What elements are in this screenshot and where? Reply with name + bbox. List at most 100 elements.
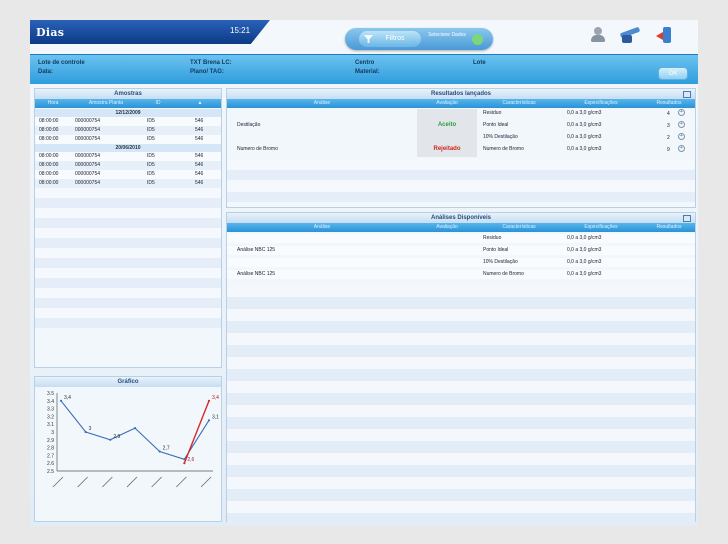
amostra-row[interactable]: 08:00:00 000000754 ID5 546 bbox=[35, 179, 221, 188]
plus-icon[interactable]: + bbox=[678, 109, 685, 116]
empty-row bbox=[227, 393, 695, 405]
y-tick-label: 2.8 bbox=[47, 446, 54, 452]
tools-icon[interactable] bbox=[618, 26, 644, 44]
caracteristica-cell: 10% Destilação bbox=[483, 134, 518, 140]
amostra-cell: 08:00:00 bbox=[39, 127, 59, 133]
amostra-row[interactable]: 08:00:00 000000754 ID5 546 bbox=[35, 152, 221, 161]
top-bar: Dias 15:21 Filtros Selecione Dados bbox=[30, 20, 698, 50]
col-avaliacao: Avaliação bbox=[436, 100, 458, 106]
filter-info-bar: Lote de controle Data: TXT Brena LC: Pla… bbox=[30, 54, 698, 84]
amostra-row[interactable]: 08:00:00 000000754 ID5 546 bbox=[35, 135, 221, 144]
amostra-cell: 546 bbox=[195, 127, 204, 133]
empty-row bbox=[227, 170, 695, 180]
lote2-label: Lote bbox=[473, 60, 486, 66]
empty-row bbox=[35, 238, 221, 248]
amostra-cell: ID5 bbox=[147, 171, 155, 177]
analise-cell: Análise NBC 125 bbox=[237, 271, 276, 277]
empty-row bbox=[35, 308, 221, 318]
amostra-cell: 08:00:00 bbox=[39, 153, 59, 159]
disponivel-row[interactable]: Residuo 0,0 a 3,0 g/cm3 bbox=[227, 234, 695, 243]
data-label: 3,4 bbox=[64, 395, 71, 401]
x-tick-mark bbox=[200, 476, 212, 488]
export-icon[interactable] bbox=[683, 91, 691, 98]
amostra-cell: 546 bbox=[195, 136, 204, 142]
resultado-value: 4 bbox=[667, 111, 670, 117]
plus-icon[interactable]: + bbox=[678, 133, 685, 140]
empty-row bbox=[35, 278, 221, 288]
caracteristica-cell: Numero de Bromo bbox=[483, 146, 524, 152]
amostra-row[interactable]: 08:00:00 000000754 ID5 546 bbox=[35, 126, 221, 135]
y-tick-label: 2.7 bbox=[47, 453, 54, 459]
caracteristica-cell: Numero de Bromo bbox=[483, 271, 524, 277]
amostra-cell: ID5 bbox=[147, 162, 155, 168]
col-analise: Análise bbox=[313, 224, 331, 230]
analise-cell: Numero de Bromo bbox=[237, 146, 278, 152]
amostra-row[interactable]: 08:00:00 000000754 ID5 546 bbox=[35, 117, 221, 126]
col-especificacoes: Especificações bbox=[584, 100, 618, 106]
empty-row bbox=[227, 192, 695, 202]
y-tick-label: 3.4 bbox=[47, 399, 54, 405]
plus-icon[interactable]: + bbox=[678, 145, 685, 152]
empty-row bbox=[35, 208, 221, 218]
resultado-stepper[interactable]: 4 + bbox=[667, 109, 685, 117]
tab-filtros[interactable]: Filtros bbox=[359, 31, 421, 47]
ok-button[interactable]: OK bbox=[658, 67, 688, 80]
exit-icon[interactable] bbox=[656, 26, 674, 44]
disponivel-row[interactable]: Análise NBC 125 Ponto Ideal 0,0 a 3,0 g/cm… bbox=[227, 246, 695, 255]
filter-icon bbox=[364, 35, 373, 43]
disponivel-row[interactable]: 10% Destilação 0,0 a 3,0 g/cm3 bbox=[227, 258, 695, 267]
export-icon[interactable] bbox=[683, 215, 691, 222]
disponivel-row[interactable]: Análise NBC 125 Numero de Bromo 0,0 a 3,0 … bbox=[227, 270, 695, 279]
empty-row bbox=[35, 218, 221, 228]
amostra-cell: 000000754 bbox=[75, 162, 101, 168]
tab-filtros-label: Filtros bbox=[385, 35, 405, 42]
empty-row bbox=[227, 501, 695, 513]
data-point bbox=[207, 419, 211, 422]
resultado-row[interactable]: Destilação Aceito Ponto Ideal 0,0 a 3,0 g/c… bbox=[227, 121, 695, 130]
x-tick-mark bbox=[151, 476, 162, 488]
empty-row bbox=[227, 405, 695, 417]
tab-selecione-dados[interactable]: Selecione Dados bbox=[425, 31, 489, 47]
amostra-row[interactable]: 08:00:00 000000754 ID5 546 bbox=[35, 170, 221, 179]
y-tick-label: 2.6 bbox=[47, 461, 54, 467]
especificacao-cell: 0,0 a 3,0 g/cm3 bbox=[567, 134, 602, 140]
empty-row bbox=[227, 489, 695, 501]
user-icon[interactable] bbox=[590, 26, 608, 44]
chart-icon bbox=[472, 34, 483, 45]
empty-row bbox=[227, 441, 695, 453]
col-hora: Hora bbox=[47, 100, 59, 106]
empty-row bbox=[227, 465, 695, 477]
col-especificacoes: Especificações bbox=[584, 224, 618, 230]
resultado-row[interactable]: Numero de Bromo Rejeitado Numero de Bromo 0… bbox=[227, 145, 695, 154]
data-point bbox=[84, 430, 87, 434]
resultado-stepper[interactable]: 9 + bbox=[667, 145, 685, 153]
txt-label: TXT Brena LC: bbox=[190, 60, 232, 66]
analise-cell: Destilação bbox=[237, 122, 261, 128]
analise-cell: Análise NBC 125 bbox=[237, 247, 276, 253]
resultado-stepper[interactable]: 3 + bbox=[667, 121, 685, 129]
resultado-row[interactable]: 10% Destilação 0,0 a 3,0 g/cm3 2 + bbox=[227, 133, 695, 142]
col-caracteristicas: Características bbox=[502, 224, 536, 230]
material-label: Material: bbox=[355, 69, 380, 75]
empty-row bbox=[227, 297, 695, 309]
caracteristica-cell: Ponto Ideal bbox=[483, 247, 509, 253]
col-amostra: Amostra Planta bbox=[88, 100, 124, 106]
resultado-stepper[interactable]: 2 + bbox=[667, 133, 685, 141]
amostra-cell: ID5 bbox=[147, 136, 155, 142]
col-avaliacao: Avaliação bbox=[436, 224, 458, 230]
amostra-cell: ID5 bbox=[147, 180, 155, 186]
amostra-row[interactable]: 08:00:00 000000754 ID5 546 bbox=[35, 161, 221, 170]
col-sort-icon[interactable]: ▲ bbox=[185, 99, 215, 108]
col-resultados: Resultados bbox=[656, 224, 682, 230]
data-point bbox=[183, 462, 186, 465]
resultado-row[interactable]: Residuo 0,0 a 3,0 g/cm3 4 + bbox=[227, 109, 695, 118]
amostra-cell: 546 bbox=[195, 153, 204, 159]
avaliacao-cell: Aceito bbox=[437, 122, 457, 128]
empty-row bbox=[227, 285, 695, 297]
y-tick-label: 2.5 bbox=[47, 469, 54, 475]
y-tick-label: 3 bbox=[51, 430, 54, 436]
avaliacao-cell: Rejeitado bbox=[433, 146, 461, 152]
plus-icon[interactable]: + bbox=[678, 121, 685, 128]
data-point bbox=[109, 438, 112, 441]
amostra-cell: 000000754 bbox=[75, 127, 101, 133]
